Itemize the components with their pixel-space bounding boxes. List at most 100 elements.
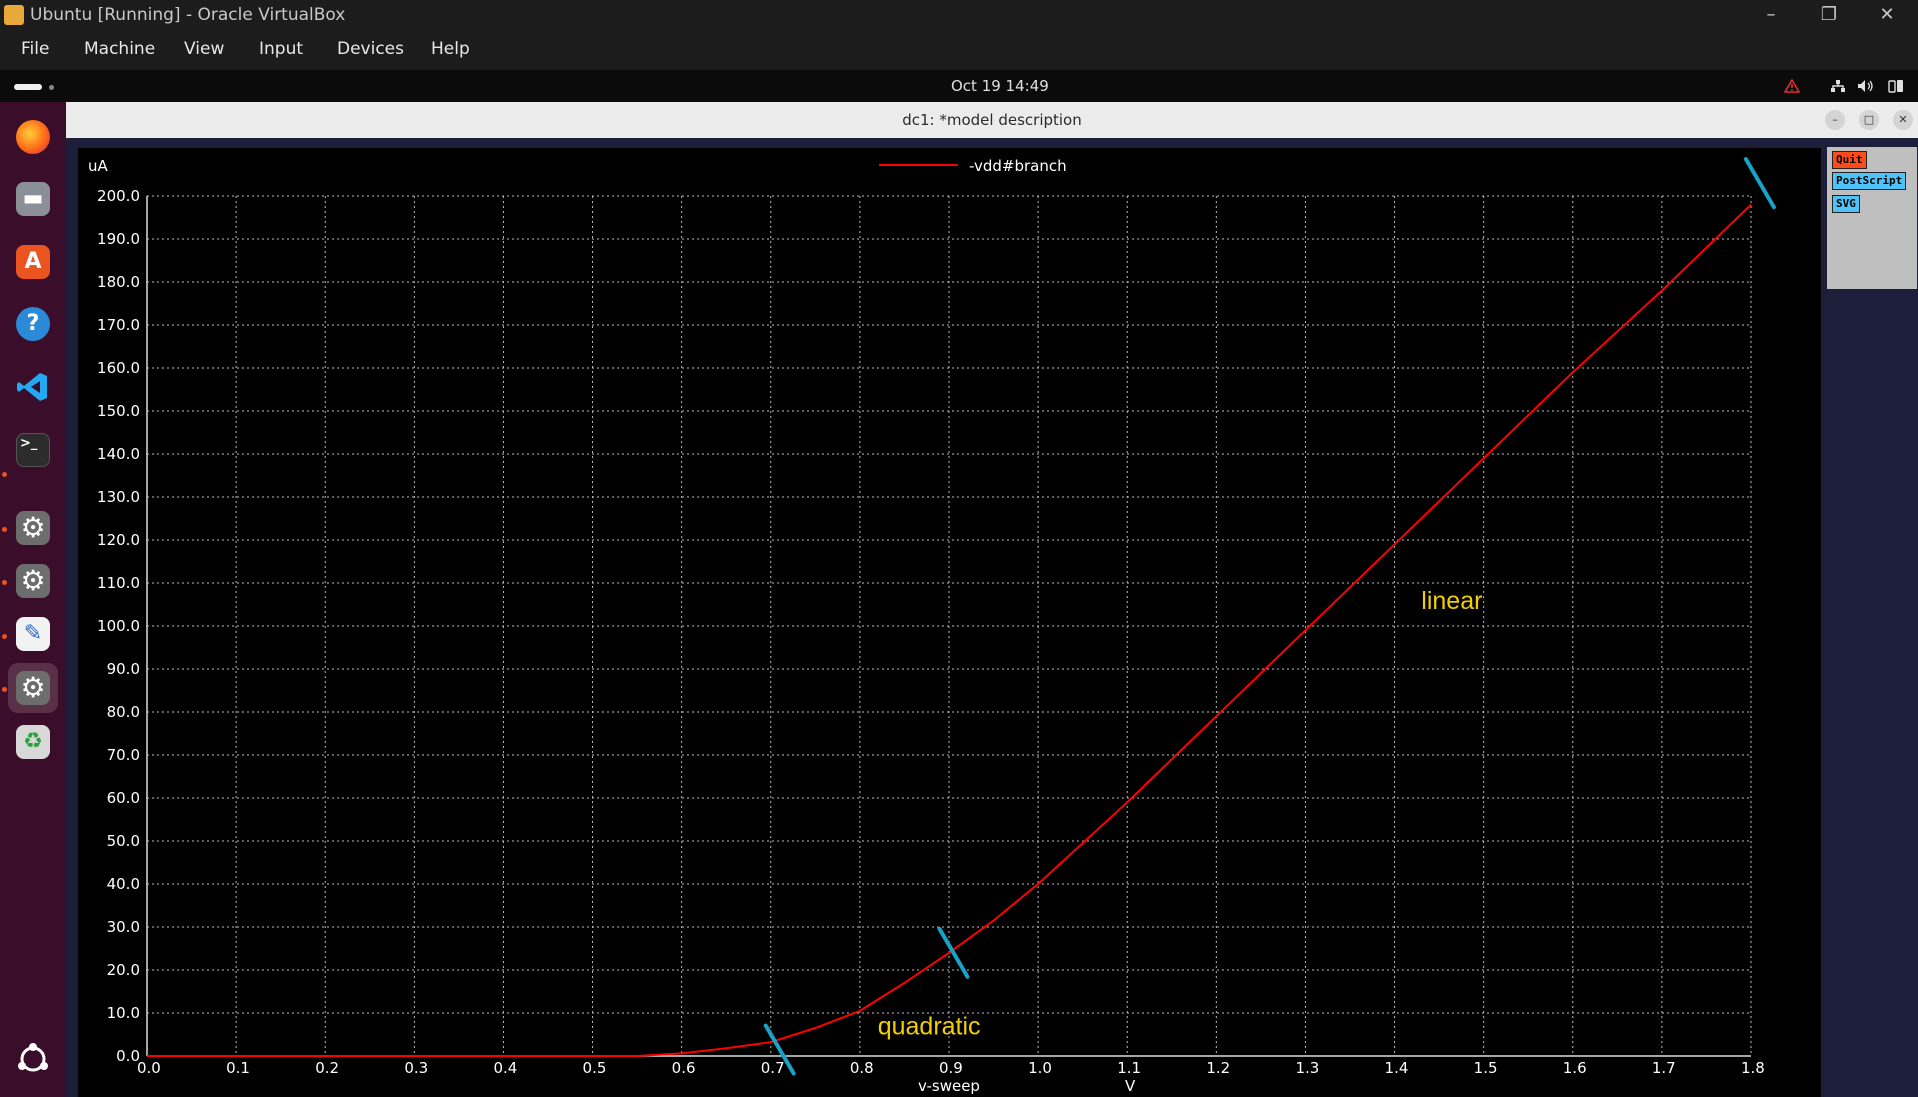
postscript-button[interactable]: PostScript (1832, 172, 1907, 190)
y-tick-label: 30.0 (107, 918, 140, 936)
y-tick-label: 90.0 (107, 660, 140, 678)
x-tick-label: 1.4 (1385, 1059, 1409, 1077)
dock-firefox[interactable] (8, 112, 58, 162)
legend-label: -vdd#branch (969, 157, 1067, 175)
minimize-icon[interactable]: – (1748, 2, 1794, 28)
menu-input[interactable]: Input (259, 39, 303, 59)
host-window-title: Ubuntu [Running] - Oracle VirtualBox (30, 5, 346, 25)
x-tick-label: 0.5 (583, 1059, 607, 1077)
text-editor-icon: ✎ (16, 617, 50, 651)
y-tick-label: 70.0 (107, 746, 140, 764)
plot-minimize-icon[interactable]: – (1825, 110, 1845, 130)
svg-button[interactable]: SVG (1832, 195, 1860, 213)
annotation-label: quadratic (878, 1013, 981, 1041)
dock-app-center[interactable]: A (8, 237, 58, 287)
terminal-icon: >_ (16, 433, 50, 467)
plot-window-title-bar: dc1: *model description – □ ✕ (66, 102, 1918, 138)
virtualbox-icon (4, 5, 24, 25)
x-tick-label: 1.3 (1295, 1059, 1319, 1077)
x-tick-label: 0.8 (850, 1059, 874, 1077)
dock-show-apps[interactable] (8, 1034, 58, 1084)
x-axis-unit: V (1125, 1077, 1136, 1095)
x-tick-label: 0.9 (939, 1059, 963, 1077)
x-tick-label: 0.7 (761, 1059, 785, 1077)
x-tick-label: 0.1 (226, 1059, 250, 1077)
x-tick-label: 1.1 (1117, 1059, 1141, 1077)
restore-icon[interactable]: ❐ (1806, 2, 1852, 28)
network-icon[interactable] (1830, 79, 1846, 93)
y-tick-label: 160.0 (97, 359, 140, 377)
x-tick-label: 1.5 (1474, 1059, 1498, 1077)
plot-window-title: dc1: *model description (902, 111, 1082, 129)
dock: ▬ A ? >_ ⚙ ⚙ ✎ ⚙ ♻ (0, 102, 66, 1097)
clock[interactable]: Oct 19 14:49 (951, 77, 1049, 95)
settings-gear-icon: ⚙ (16, 671, 50, 705)
chart: 0.0 0.1 0.2 0.3 0.4 0.5 0.6 0.7 0.8 0.9 1.0 1.1 1.2 1… (88, 157, 1776, 1095)
vscode-icon (17, 373, 47, 401)
volume-icon[interactable] (1857, 79, 1875, 93)
host-title-bar: Ubuntu [Running] - Oracle VirtualBox – ❐… (0, 0, 1918, 30)
y-tick-label: 40.0 (107, 875, 140, 893)
hand-drawn-marker (1743, 157, 1776, 210)
app-center-icon: A (16, 245, 50, 279)
plot-area[interactable]: 0.0 0.1 0.2 0.3 0.4 0.5 0.6 0.7 0.8 0.9 1.0 1.1 1.2 1… (78, 148, 1821, 1097)
x-tick-label: 0.2 (315, 1059, 339, 1077)
y-tick-label: 170.0 (97, 316, 140, 334)
x-tick-label: 1.2 (1206, 1059, 1230, 1077)
y-tick-label: 0.0 (116, 1047, 140, 1065)
running-indicator (2, 687, 7, 692)
dock-settings-1[interactable]: ⚙ (8, 503, 58, 553)
y-tick-label: 200.0 (97, 187, 140, 205)
plot-close-icon[interactable]: ✕ (1893, 110, 1913, 130)
dock-settings-2[interactable]: ⚙ (8, 556, 58, 606)
menu-file[interactable]: File (21, 39, 49, 59)
settings-gear-icon: ⚙ (16, 511, 50, 545)
dock-settings-3[interactable]: ⚙ (8, 663, 58, 713)
warning-icon[interactable] (1784, 79, 1800, 93)
dock-files[interactable]: ▬ (8, 174, 58, 224)
workspace-dot-icon[interactable] (49, 85, 54, 90)
running-indicator (2, 527, 7, 532)
x-tick-label: 0.6 (672, 1059, 696, 1077)
menu-machine[interactable]: Machine (84, 39, 155, 59)
quit-button[interactable]: Quit (1832, 151, 1867, 169)
y-tick-label: 20.0 (107, 961, 140, 979)
dock-help[interactable]: ? (8, 299, 58, 349)
y-tick-label: 120.0 (97, 531, 140, 549)
menu-view[interactable]: View (184, 39, 224, 59)
y-tick-label: 80.0 (107, 703, 140, 721)
ubuntu-logo-icon (18, 1043, 48, 1072)
dock-text-editor[interactable]: ✎ (8, 609, 58, 659)
menu-help[interactable]: Help (431, 39, 470, 59)
y-tick-label: 50.0 (107, 832, 140, 850)
workspace-indicator-icon[interactable] (14, 84, 42, 90)
x-tick-label: 0.4 (493, 1059, 517, 1077)
firefox-icon (16, 120, 50, 154)
y-tick-label: 100.0 (97, 617, 140, 635)
menu-devices[interactable]: Devices (337, 39, 404, 59)
y-axis-label: uA (88, 157, 109, 175)
dock-vscode[interactable] (8, 362, 58, 412)
x-axis-label: v-sweep (918, 1077, 980, 1095)
dock-terminal[interactable]: >_ (8, 425, 58, 475)
files-icon: ▬ (16, 182, 50, 216)
x-tick-label: 1.8 (1741, 1059, 1765, 1077)
y-tick-label: 180.0 (97, 273, 140, 291)
y-tick-label: 150.0 (97, 402, 140, 420)
y-tick-label: 60.0 (107, 789, 140, 807)
help-icon: ? (16, 307, 50, 341)
x-tick-label: 1.7 (1652, 1059, 1676, 1077)
x-tick-label: 1.0 (1028, 1059, 1052, 1077)
battery-icon[interactable] (1887, 78, 1905, 94)
close-icon[interactable]: ✕ (1864, 2, 1910, 28)
x-tick-label: 0.3 (404, 1059, 428, 1077)
dock-trash[interactable]: ♻ (8, 717, 58, 767)
host-menu-bar: File Machine View Input Devices Help (0, 30, 1918, 70)
plot-maximize-icon[interactable]: □ (1859, 110, 1879, 130)
running-indicator (2, 634, 7, 639)
button-panel: Quit PostScript SVG (1827, 147, 1917, 289)
trash-icon: ♻ (16, 725, 50, 759)
running-indicator (2, 580, 7, 585)
x-tick-label: 0.0 (137, 1059, 161, 1077)
annotation-label: linear (1421, 587, 1482, 615)
